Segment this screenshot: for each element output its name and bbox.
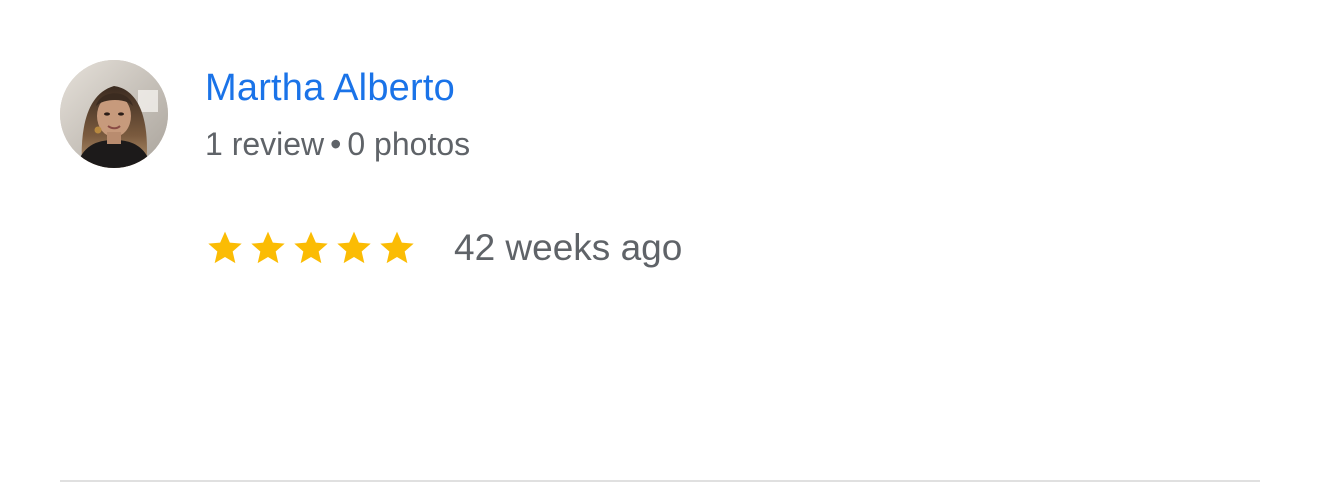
reviewer-meta: 1 review • 0 photos — [205, 122, 470, 166]
review-date: 42 weeks ago — [454, 227, 683, 268]
review-card: Martha Alberto 1 review • 0 photos 42 week… — [0, 0, 1320, 484]
photos-count: 0 photos — [347, 126, 471, 162]
rating-row: 42 weeks ago — [205, 222, 682, 274]
star-rating — [205, 228, 417, 268]
reviewer-avatar[interactable] — [60, 60, 168, 168]
reviewer-name-link[interactable]: Martha Alberto — [205, 64, 455, 112]
star-icon — [208, 231, 242, 264]
profile-photo-icon — [60, 60, 168, 168]
star-icon — [294, 231, 328, 264]
meta-separator: • — [330, 126, 342, 162]
star-icon — [380, 231, 414, 264]
reviews-count: 1 review — [205, 126, 325, 162]
divider — [60, 480, 1260, 482]
star-icon — [337, 231, 371, 264]
star-icon — [251, 231, 285, 264]
